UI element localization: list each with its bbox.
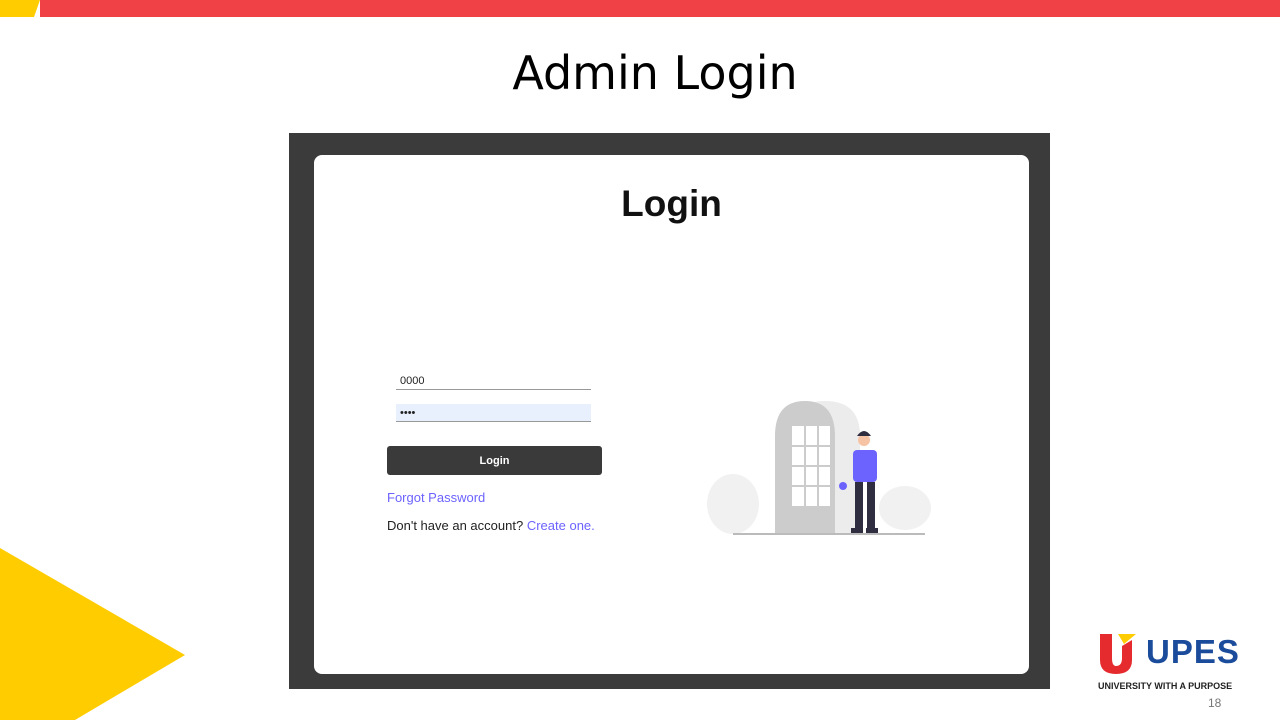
page-number: 18: [1208, 696, 1222, 710]
corner-triangle-decoration: [0, 548, 185, 720]
username-field[interactable]: [396, 372, 591, 390]
login-button[interactable]: Login: [387, 446, 602, 475]
logo-tagline: UNIVERSITY WITH A PURPOSE: [1098, 681, 1233, 691]
logo-name: UPES: [1146, 633, 1240, 670]
create-account-link[interactable]: Create one.: [527, 518, 595, 533]
password-field[interactable]: [396, 404, 591, 422]
login-heading: Login: [621, 183, 722, 224]
signup-prompt: Don't have an account? Create one.: [387, 518, 595, 533]
top-accent-bar-yellow: [0, 0, 40, 17]
forgot-password-link[interactable]: Forgot Password: [387, 490, 485, 505]
door-person-illustration: [707, 401, 931, 535]
top-accent-bar-red: [40, 0, 1280, 17]
slide-title: Admin Login: [512, 46, 798, 100]
signup-prompt-text: Don't have an account?: [387, 518, 524, 533]
